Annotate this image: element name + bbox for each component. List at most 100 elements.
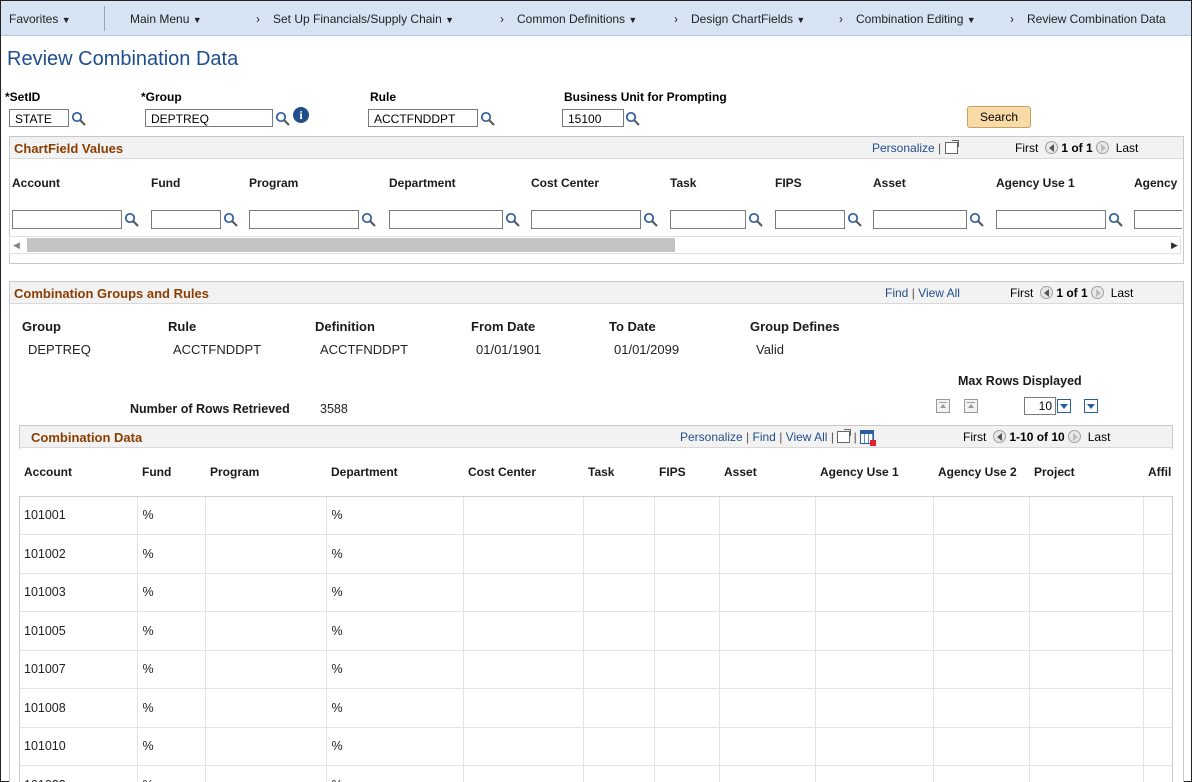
table-cell bbox=[719, 496, 816, 535]
setid-field[interactable]: STATE bbox=[9, 109, 69, 127]
table-cell bbox=[583, 650, 655, 689]
agency-use-1-lookup-icon[interactable] bbox=[1108, 212, 1124, 228]
column-header[interactable]: Department bbox=[326, 449, 463, 497]
col-header-fund: Fund bbox=[151, 176, 181, 190]
program-lookup-icon[interactable] bbox=[361, 212, 377, 228]
asset-input[interactable] bbox=[873, 210, 967, 229]
rule-lookup-icon[interactable] bbox=[480, 111, 496, 127]
max-rows-input[interactable]: 10 bbox=[1024, 397, 1056, 415]
table-row: 101008%% bbox=[19, 688, 1173, 728]
fund-lookup-icon[interactable] bbox=[223, 212, 239, 228]
agency-use-1-input[interactable] bbox=[996, 210, 1106, 229]
scroll-right-icon[interactable]: ▶ bbox=[1171, 240, 1178, 251]
previous-icon[interactable] bbox=[993, 430, 1006, 443]
column-header[interactable]: Affil bbox=[1143, 449, 1173, 497]
table-cell bbox=[933, 765, 1030, 782]
column-header[interactable]: FIPS bbox=[654, 449, 719, 497]
col-header-agency-use-1: Agency Use 1 bbox=[996, 176, 1075, 190]
personalize-link[interactable]: Personalize bbox=[680, 430, 743, 444]
combination-data-header: Combination Data Personalize | Find | Vi… bbox=[20, 426, 1172, 448]
breadcrumb-separator-icon: › bbox=[500, 12, 504, 26]
setid-lookup-icon[interactable] bbox=[71, 111, 87, 127]
info-icon[interactable]: i bbox=[293, 107, 309, 123]
separator: | bbox=[938, 141, 942, 155]
rule-field[interactable]: ACCTFNDDPT bbox=[368, 109, 478, 127]
column-header[interactable]: Account bbox=[19, 449, 137, 497]
table-cell bbox=[205, 765, 327, 782]
scrollbar-thumb[interactable] bbox=[27, 238, 675, 252]
account-lookup-icon[interactable] bbox=[124, 212, 140, 228]
business-unit-lookup-icon[interactable] bbox=[625, 111, 641, 127]
new-window-icon[interactable] bbox=[944, 140, 959, 154]
department-input[interactable] bbox=[389, 210, 503, 229]
fips-input[interactable] bbox=[775, 210, 845, 229]
column-header[interactable]: Agency Use 2 bbox=[933, 449, 1029, 497]
column-header[interactable]: Program bbox=[205, 449, 326, 497]
breadcrumb-common-definitions[interactable]: Common Definitions ▼ bbox=[517, 12, 637, 26]
last-row-icon[interactable] bbox=[1084, 399, 1098, 413]
new-window-icon[interactable] bbox=[837, 429, 852, 443]
table-cell bbox=[1143, 534, 1173, 574]
personalize-link[interactable]: Personalize bbox=[872, 141, 935, 155]
rule-label: Rule bbox=[370, 90, 397, 104]
main-menu[interactable]: Main Menu ▼ bbox=[130, 12, 202, 26]
download-spreadsheet-icon[interactable] bbox=[860, 430, 877, 446]
agency-input[interactable] bbox=[1134, 210, 1182, 229]
combination-data-body: 101001%% 101002%% 101003%% 101005%% 101007%%… bbox=[19, 496, 1173, 782]
find-link[interactable]: Find bbox=[885, 286, 908, 300]
column-header[interactable]: Fund bbox=[137, 449, 205, 497]
group-field[interactable]: DEPTREQ bbox=[145, 109, 273, 127]
task-input[interactable] bbox=[670, 210, 746, 229]
column-header[interactable]: Cost Center bbox=[463, 449, 583, 497]
table-cell bbox=[583, 688, 655, 728]
account-input[interactable] bbox=[12, 210, 122, 229]
table-cell bbox=[654, 534, 720, 574]
table-cell: 101007 bbox=[19, 650, 138, 689]
breadcrumb-combination-editing[interactable]: Combination Editing ▼ bbox=[856, 12, 976, 26]
column-header[interactable]: Agency Use 1 bbox=[815, 449, 933, 497]
first-link[interactable]: First bbox=[1015, 141, 1038, 155]
breadcrumb-design-chartfields[interactable]: Design ChartFields ▼ bbox=[691, 12, 805, 26]
view-all-link[interactable]: View All bbox=[786, 430, 828, 444]
spin-down-icon[interactable] bbox=[1057, 399, 1071, 413]
first-link[interactable]: First bbox=[1010, 286, 1033, 300]
table-row: 101003%% bbox=[19, 573, 1173, 612]
table-cell bbox=[1029, 727, 1144, 766]
table-cell bbox=[719, 688, 816, 728]
first-row-icon[interactable] bbox=[936, 399, 950, 413]
last-link[interactable]: Last bbox=[1111, 286, 1134, 300]
previous-icon[interactable] bbox=[1045, 141, 1058, 154]
group-lookup-icon[interactable] bbox=[275, 111, 291, 127]
task-lookup-icon[interactable] bbox=[748, 212, 764, 228]
business-unit-field[interactable]: 15100 bbox=[562, 109, 624, 127]
view-all-link[interactable]: View All bbox=[918, 286, 960, 300]
column-header[interactable]: Task bbox=[583, 449, 654, 497]
cost-center-input[interactable] bbox=[531, 210, 641, 229]
department-lookup-icon[interactable] bbox=[505, 212, 521, 228]
page-info: 1-10 of 10 bbox=[1009, 430, 1065, 444]
column-header[interactable]: Asset bbox=[719, 449, 815, 497]
table-cell bbox=[815, 611, 934, 651]
fips-lookup-icon[interactable] bbox=[847, 212, 863, 228]
breadcrumb-review-combination-data[interactable]: Review Combination Data bbox=[1027, 12, 1166, 26]
table-cell: 101008 bbox=[19, 688, 138, 728]
previous-rows-icon[interactable] bbox=[964, 399, 978, 413]
breadcrumb-setup-financials[interactable]: Set Up Financials/Supply Chain ▼ bbox=[273, 12, 454, 26]
scroll-left-icon[interactable]: ◀ bbox=[13, 240, 20, 251]
cost-center-lookup-icon[interactable] bbox=[643, 212, 659, 228]
next-icon[interactable] bbox=[1091, 286, 1105, 299]
first-link[interactable]: First bbox=[963, 430, 986, 444]
program-input[interactable] bbox=[249, 210, 359, 229]
next-icon[interactable] bbox=[1068, 430, 1082, 443]
column-header[interactable]: Project bbox=[1029, 449, 1143, 497]
asset-lookup-icon[interactable] bbox=[969, 212, 985, 228]
last-link[interactable]: Last bbox=[1088, 430, 1111, 444]
search-button[interactable]: Search bbox=[967, 106, 1031, 128]
find-link[interactable]: Find bbox=[753, 430, 776, 444]
previous-icon[interactable] bbox=[1040, 286, 1053, 299]
favorites-menu[interactable]: Favorites ▼ bbox=[9, 12, 71, 26]
last-link[interactable]: Last bbox=[1116, 141, 1139, 155]
fund-input[interactable] bbox=[151, 210, 221, 229]
table-cell bbox=[933, 534, 1030, 574]
next-icon[interactable] bbox=[1096, 141, 1110, 154]
